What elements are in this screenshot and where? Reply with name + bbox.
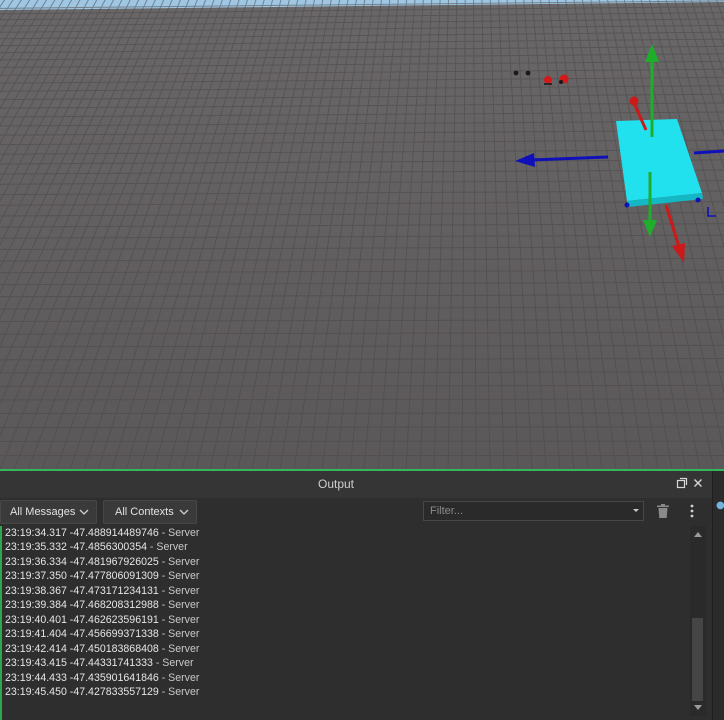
log-timestamp: 23:19:38.367 (5, 584, 67, 597)
log-source: - Server (158, 642, 200, 655)
log-value: -47.488914489746 (66, 527, 159, 539)
log-value: -47.44331741333 (66, 657, 153, 670)
log-timestamp: 23:19:34.317 (5, 527, 67, 539)
log-value: -47.473171234131 (66, 584, 159, 597)
log-accent-bar (0, 526, 2, 720)
message-filter-dropdown[interactable]: All Messages (0, 500, 97, 524)
log-timestamp: 23:19:36.334 (5, 555, 67, 568)
log-line[interactable]: 23:19:42.414 -47.450183868408 - Server (5, 642, 199, 656)
log-timestamp: 23:19:40.401 (5, 613, 67, 626)
side-dock-strip: ● (712, 471, 724, 720)
scrollbar-thumb[interactable] (692, 618, 703, 701)
log-line[interactable]: 23:19:34.317 -47.488914489746 - Server (5, 526, 199, 540)
trash-icon[interactable] (656, 503, 670, 519)
log-value: -47.477806091309 (66, 570, 159, 583)
log-value: -47.435901641846 (66, 671, 159, 684)
context-filter-label: All Contexts (115, 506, 174, 518)
log-source: - Server (158, 527, 200, 539)
log-source: - Server (158, 628, 200, 641)
log-timestamp: 23:19:39.384 (5, 599, 67, 612)
log-value: -47.427833557129 (66, 685, 159, 698)
output-title-bar: Output (0, 471, 712, 499)
side-panel-icon[interactable]: ● (716, 501, 724, 511)
log-line[interactable]: 23:19:43.415 -47.44331741333 - Server (5, 656, 194, 670)
log-value: -47.450183868408 (66, 642, 159, 655)
output-panel: Output All Messages All Contexts 23:19:3… (0, 471, 712, 720)
more-options-icon[interactable] (689, 503, 695, 519)
output-toolbar: All Messages All Contexts (0, 498, 712, 526)
filter-input[interactable] (423, 501, 644, 521)
log-timestamp: 23:19:43.415 (5, 657, 67, 670)
close-icon[interactable] (691, 477, 705, 491)
log-source: - Server (158, 599, 200, 612)
log-timestamp: 23:19:42.414 (5, 642, 67, 655)
chevron-down-icon (79, 509, 89, 515)
log-value: -47.4856300354 (66, 541, 147, 554)
log-timestamp: 23:19:35.332 (5, 541, 67, 554)
undock-icon[interactable] (675, 477, 689, 491)
log-source: - Server (152, 657, 194, 670)
log-line[interactable]: 23:19:39.384 -47.468208312988 - Server (5, 598, 199, 612)
log-source: - Server (158, 555, 200, 568)
log-source: - Server (158, 685, 200, 698)
3d-viewport[interactable] (0, 0, 724, 470)
log-source: - Server (158, 613, 200, 626)
scroll-down-arrow-icon[interactable] (693, 704, 703, 712)
log-line[interactable]: 23:19:37.350 -47.477806091309 - Server (5, 569, 199, 583)
scroll-up-arrow-icon[interactable] (693, 530, 703, 538)
log-timestamp: 23:19:44.433 (5, 671, 67, 684)
log-line[interactable]: 23:19:36.334 -47.481967926025 - Server (5, 555, 199, 569)
log-value: -47.481967926025 (66, 555, 159, 568)
log-timestamp: 23:19:45.450 (5, 685, 67, 698)
log-line[interactable]: 23:19:41.404 -47.456699371338 - Server (5, 627, 199, 641)
log-line[interactable]: 23:19:45.450 -47.427833557129 - Server (5, 685, 199, 699)
log-timestamp: 23:19:41.404 (5, 628, 67, 641)
log-timestamp: 23:19:37.350 (5, 570, 67, 583)
baseplate-scene (0, 0, 724, 470)
log-value: -47.456699371338 (66, 628, 159, 641)
log-source: - Server (158, 671, 200, 684)
log-line[interactable]: 23:19:38.367 -47.473171234131 - Server (5, 584, 199, 598)
move-z-back-handle[interactable] (629, 96, 639, 106)
log-value: -47.462623596191 (66, 613, 159, 626)
context-filter-dropdown[interactable]: All Contexts (103, 500, 197, 524)
log-line[interactable]: 23:19:35.332 -47.4856300354 - Server (5, 540, 188, 554)
log-source: - Server (158, 584, 200, 597)
chevron-down-icon (179, 509, 189, 515)
scrollbar[interactable] (690, 526, 706, 716)
log-line[interactable]: 23:19:40.401 -47.462623596191 - Server (5, 613, 199, 627)
message-filter-label: All Messages (10, 506, 76, 518)
log-source: - Server (146, 541, 188, 554)
log-source: - Server (158, 570, 200, 583)
log-value: -47.468208312988 (66, 599, 159, 612)
log-line[interactable]: 23:19:44.433 -47.435901641846 - Server (5, 671, 199, 685)
output-log[interactable]: 23:19:34.317 -47.488914489746 - Server 23… (0, 526, 690, 720)
panel-title: Output (317, 477, 355, 491)
